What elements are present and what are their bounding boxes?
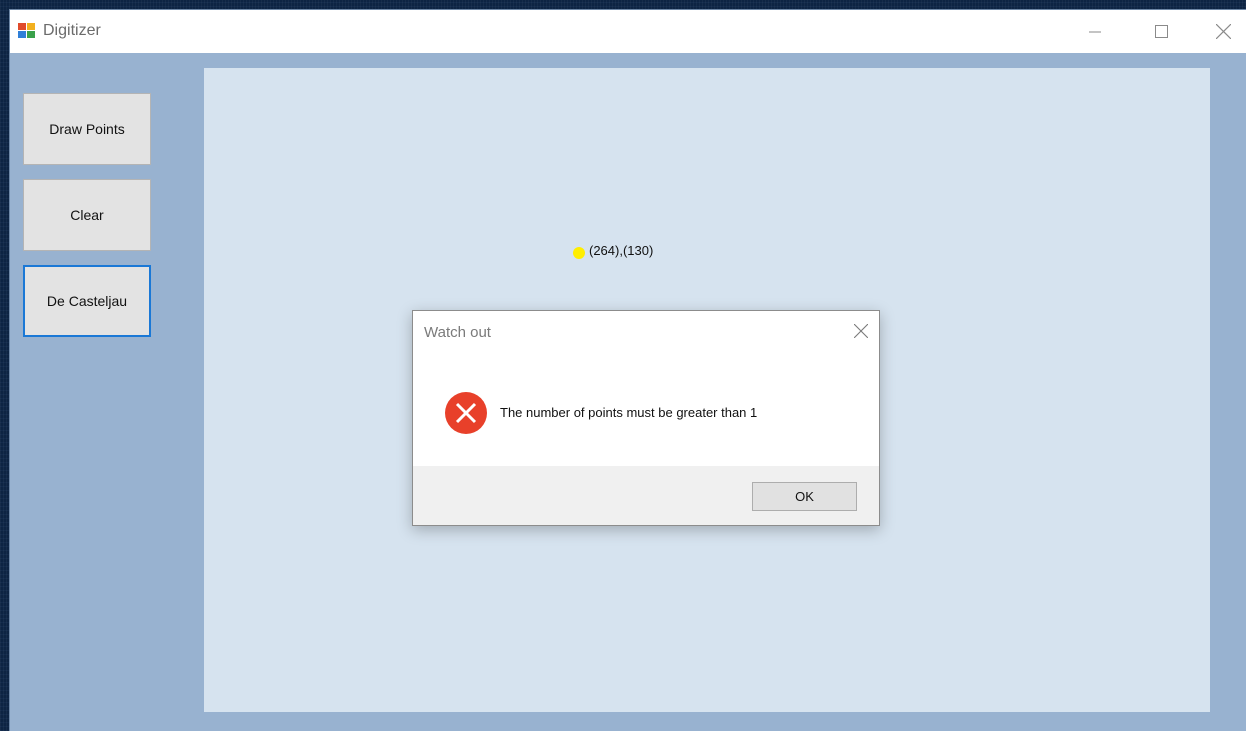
- app-window: Digitizer Draw Points Clear De Casteljau…: [10, 10, 1246, 731]
- minimize-button[interactable]: [1072, 10, 1118, 53]
- dialog-close-button[interactable]: [851, 321, 871, 341]
- close-icon: [1215, 24, 1231, 39]
- error-icon: [445, 392, 487, 434]
- point-coordinate-label: (264),(130): [589, 243, 654, 258]
- control-point: [573, 247, 585, 259]
- title-bar[interactable]: Digitizer: [10, 10, 1246, 53]
- dialog-message: The number of points must be greater tha…: [500, 405, 758, 420]
- window-title: Digitizer: [43, 22, 101, 39]
- maximize-button[interactable]: [1138, 10, 1184, 53]
- dialog-footer: OK: [413, 466, 879, 525]
- dialog-title: Watch out: [424, 324, 491, 341]
- de-casteljau-button[interactable]: De Casteljau: [23, 265, 151, 337]
- app-icon: [18, 23, 36, 39]
- close-button[interactable]: [1200, 10, 1246, 53]
- close-icon: [854, 324, 868, 338]
- clear-button[interactable]: Clear: [23, 179, 151, 251]
- draw-points-button[interactable]: Draw Points: [23, 93, 151, 165]
- ok-button[interactable]: OK: [752, 482, 857, 511]
- minimize-icon: [1089, 31, 1101, 32]
- message-dialog: Watch out The number of points must be g…: [412, 310, 880, 526]
- maximize-icon: [1154, 25, 1168, 38]
